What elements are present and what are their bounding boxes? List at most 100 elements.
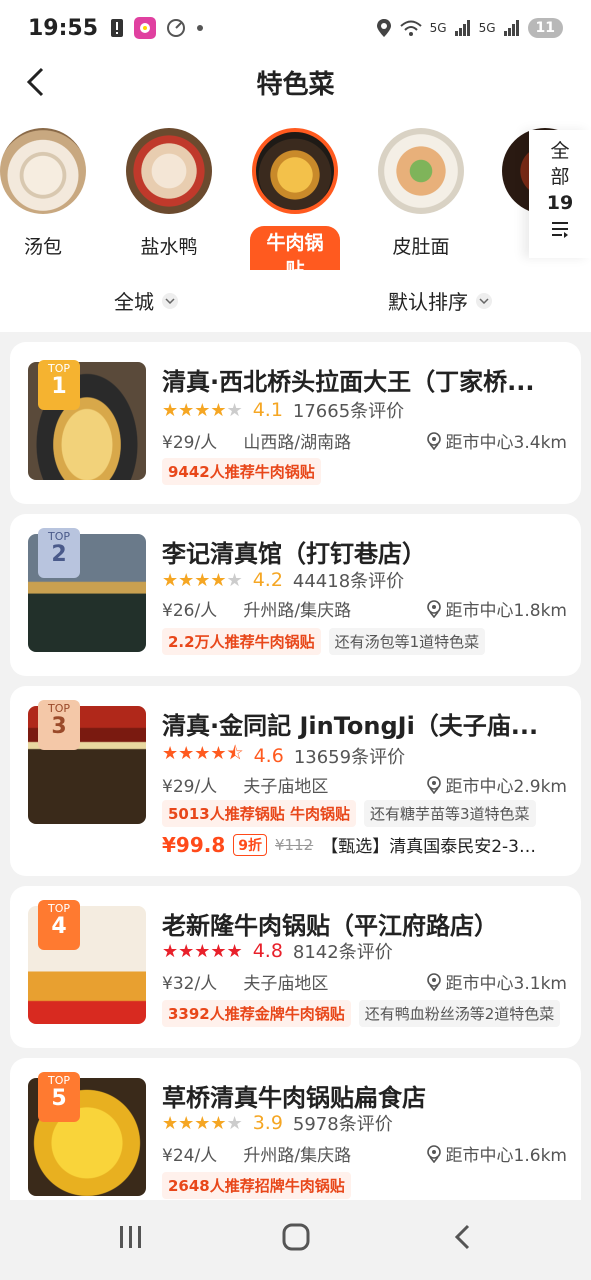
deal-price: ¥99.8 xyxy=(162,832,226,857)
shop-name: 清真·金同記 JinTongJi（夫子庙... xyxy=(162,712,539,740)
distance: 距市中心1.6km xyxy=(426,1141,567,1166)
recommend-tag: 3392人推荐金牌牛肉锅贴 xyxy=(162,1000,351,1027)
extra-dishes-tag: 还有鸭血粉丝汤等2道特色菜 xyxy=(358,1000,561,1027)
flower-app-icon xyxy=(134,17,157,39)
category-item-yanshuiya[interactable]: 盐水鸭 xyxy=(124,128,214,259)
shop-card[interactable]: TOP 1 清真·西北桥头拉面大王（丁家桥... ★★★★★ 4.1 17665… xyxy=(10,342,581,504)
filter-bar: 全城 默认排序 xyxy=(0,270,591,332)
wifi-icon xyxy=(399,20,422,36)
extra-dishes-tag: 还有糖芋苗等3道特色菜 xyxy=(363,800,536,827)
shop-area: 升州路/集庆路 xyxy=(243,1146,352,1166)
shop-area: 夫子庙地区 xyxy=(243,974,329,994)
all-categories-button[interactable]: 全 部 19 xyxy=(529,130,591,258)
status-bar: 19:55 5G 5G 11 xyxy=(0,0,591,56)
avg-price: ¥32/人 xyxy=(162,974,218,994)
distance-label: 距市中心1.8km xyxy=(445,601,567,621)
avg-price: ¥29/人 xyxy=(162,433,218,453)
signal-5g-label-1: 5G xyxy=(429,21,447,35)
shop-name: 草桥清真牛肉锅贴扁食店 xyxy=(162,1084,426,1112)
category-scroller[interactable]: 汤包 盐水鸭 牛肉锅贴 皮肚面 全 部 19 xyxy=(0,110,591,270)
gauge-icon xyxy=(167,19,186,37)
rating-score: 4.6 xyxy=(253,745,284,767)
star-rating-icon: ★★★★★ xyxy=(162,399,243,421)
star-rating-icon: ★★★★★ xyxy=(162,940,243,962)
meta-row: ¥29/人 山西路/湖南路 距市中心3.4km xyxy=(162,428,567,453)
avg-price: ¥24/人 xyxy=(162,1146,218,1166)
shop-card[interactable]: TOP 5 草桥清真牛肉锅贴扁食店 ★★★★★ 3.9 5978条评价 ¥24/… xyxy=(10,1058,581,1218)
shop-name: 李记清真馆（打钉巷店） xyxy=(162,540,426,568)
list-menu-icon xyxy=(552,222,568,238)
dot-icon xyxy=(197,25,204,31)
location-pin-icon xyxy=(426,1144,441,1163)
location-pin-icon xyxy=(426,431,441,450)
area-filter-label: 全城 xyxy=(114,290,154,314)
rating-row: ★★★★★ 4.1 17665条评价 xyxy=(162,397,404,423)
location-pin-icon xyxy=(426,972,441,991)
distance-label: 距市中心1.6km xyxy=(445,1146,567,1166)
shop-card[interactable]: TOP 4 老新隆牛肉锅贴（平江府路店） ★★★★★ 4.8 8142条评价 ¥… xyxy=(10,886,581,1048)
signal-bars-icon xyxy=(454,20,470,36)
rank-badge: TOP 4 xyxy=(38,900,80,950)
page-title: 特色菜 xyxy=(256,70,335,100)
category-label: 汤包 xyxy=(23,236,62,258)
recent-apps-icon[interactable] xyxy=(116,1222,146,1252)
all-label-1: 全 xyxy=(550,140,570,162)
rank-badge: TOP 3 xyxy=(38,700,80,750)
deal-row[interactable]: ¥99.8 9折 ¥112 【甄选】清真国泰民安2-3人... xyxy=(162,832,542,858)
review-count: 5978条评价 xyxy=(292,1114,393,1135)
deal-name: 【甄选】清真国泰民安2-3人... xyxy=(321,837,542,857)
distance: 距市中心1.8km xyxy=(426,596,567,621)
distance-label: 距市中心3.4km xyxy=(445,433,567,453)
rank-number: 3 xyxy=(51,714,67,739)
sort-filter-dropdown[interactable]: 默认排序 xyxy=(388,286,492,315)
category-item-niurouguotie[interactable]: 牛肉锅贴 xyxy=(250,128,340,270)
meta-row: ¥29/人 夫子庙地区 距市中心2.9km xyxy=(162,772,567,797)
review-count: 17665条评价 xyxy=(292,401,405,422)
rank-number: 2 xyxy=(51,542,67,567)
distance-label: 距市中心3.1km xyxy=(445,974,567,994)
review-count: 13659条评价 xyxy=(293,747,406,768)
status-notification-icons xyxy=(110,17,204,39)
rating-score: 3.9 xyxy=(252,1112,283,1134)
system-nav-bar xyxy=(0,1200,591,1280)
category-image xyxy=(252,128,338,214)
shop-card[interactable]: TOP 2 李记清真馆（打钉巷店） ★★★★★ 4.2 44418条评价 ¥26… xyxy=(10,514,581,676)
rating-row: ★★★★⯪ 4.6 13659条评价 xyxy=(162,741,405,771)
tag-row: 9442人推荐牛肉锅贴 xyxy=(162,458,321,485)
shop-area: 夫子庙地区 xyxy=(243,777,329,797)
original-price: ¥112 xyxy=(275,835,314,854)
alert-icon xyxy=(111,19,124,37)
rank-number: 4 xyxy=(51,914,67,939)
home-icon[interactable] xyxy=(280,1222,312,1252)
location-icon xyxy=(376,19,391,37)
review-count: 8142条评价 xyxy=(292,942,393,963)
all-label-2: 部 xyxy=(550,166,570,188)
area-filter-dropdown[interactable]: 全城 xyxy=(114,286,178,315)
category-label: 牛肉锅贴 xyxy=(250,226,340,270)
shop-card[interactable]: TOP 3 清真·金同記 JinTongJi（夫子庙... ★★★★⯪ 4.6 … xyxy=(10,686,581,876)
location-pin-icon xyxy=(426,775,441,794)
shop-name: 清真·西北桥头拉面大王（丁家桥... xyxy=(162,368,535,396)
category-image xyxy=(0,128,86,214)
star-rating-icon: ★★★★⯪ xyxy=(162,743,244,764)
category-label: 皮肚面 xyxy=(392,236,450,258)
category-image xyxy=(378,128,464,214)
signal-5g-label-2: 5G xyxy=(478,21,496,35)
category-image xyxy=(126,128,212,214)
recommend-tag: 5013人推荐锅贴 牛肉锅贴 xyxy=(162,800,356,827)
rating-row: ★★★★★ 4.2 44418条评价 xyxy=(162,567,404,593)
all-count: 19 xyxy=(546,192,574,214)
recommend-tag: 2.2万人推荐牛肉锅贴 xyxy=(162,628,321,655)
rank-number: 1 xyxy=(51,374,67,399)
tag-row: 3392人推荐金牌牛肉锅贴 还有鸭血粉丝汤等2道特色菜 xyxy=(162,1000,561,1027)
shop-area: 升州路/集庆路 xyxy=(243,601,352,621)
review-count: 44418条评价 xyxy=(292,571,405,592)
battery-indicator: 11 xyxy=(527,18,563,38)
status-right: 5G 5G 11 xyxy=(376,18,563,38)
rank-badge: TOP 2 xyxy=(38,528,80,578)
status-time: 19:55 xyxy=(28,15,99,41)
category-item-pidumian[interactable]: 皮肚面 xyxy=(376,128,466,259)
category-item-tangbao[interactable]: 汤包 xyxy=(0,128,88,259)
back-icon[interactable] xyxy=(448,1222,478,1252)
recommend-tag: 2648人推荐招牌牛肉锅贴 xyxy=(162,1172,351,1199)
